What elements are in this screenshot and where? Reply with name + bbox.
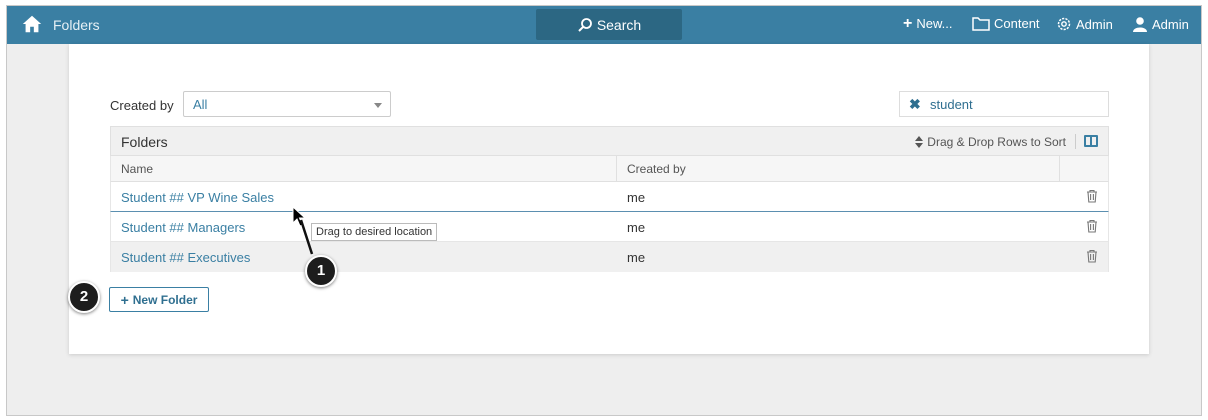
created-by-select[interactable]: All — [183, 91, 391, 117]
column-header-row: Name Created by — [110, 156, 1109, 182]
columns-icon[interactable] — [1084, 135, 1098, 147]
folder-outline-icon — [972, 17, 990, 31]
sort-icon — [915, 136, 924, 148]
created-by-cell: me — [627, 220, 646, 235]
created-by-cell: me — [627, 250, 646, 265]
app-frame: Folders Search + New... Content Admin Ad… — [6, 5, 1202, 416]
folder-name-link[interactable]: Student ## Executives — [121, 250, 250, 265]
user-icon — [1133, 17, 1147, 32]
trash-icon[interactable] — [1086, 249, 1098, 263]
table-header: Folders Drag & Drop Rows to Sort — [110, 126, 1109, 156]
table-row[interactable]: Student ## Executives me — [110, 242, 1109, 272]
search-filter-value: student — [930, 97, 973, 112]
clear-filter-icon[interactable]: ✖ — [909, 96, 921, 113]
table-title: Folders — [121, 134, 168, 150]
gear-icon — [1057, 17, 1071, 31]
admin-settings-menu[interactable]: Admin — [1056, 16, 1113, 32]
content-label: Content — [994, 16, 1040, 31]
column-header-created-by[interactable]: Created by — [627, 162, 686, 176]
new-folder-label: New Folder — [132, 292, 198, 307]
sort-hint-label: Drag & Drop Rows to Sort — [927, 135, 1066, 149]
folders-panel: Created by All ✖ student Folders Drag & … — [69, 44, 1149, 354]
page-title: Folders — [53, 17, 100, 33]
table-row[interactable]: Student ## VP Wine Sales me — [110, 182, 1109, 212]
created-by-value: All — [193, 97, 208, 112]
plus-icon: + — [120, 291, 129, 308]
content-menu[interactable]: Content — [972, 16, 1040, 31]
column-header-name[interactable]: Name — [121, 162, 153, 176]
folders-table: Folders Drag & Drop Rows to Sort Name Cr… — [110, 126, 1109, 272]
drag-tooltip: Drag to desired location — [311, 223, 438, 241]
home-icon[interactable] — [21, 13, 43, 35]
trash-icon[interactable] — [1086, 189, 1098, 203]
plus-icon: + — [903, 14, 913, 32]
column-divider — [1059, 156, 1060, 182]
table-row[interactable]: Student ## Managers me — [110, 212, 1109, 242]
header-divider — [1075, 134, 1076, 149]
search-filter[interactable]: ✖ student — [899, 91, 1109, 117]
chevron-down-icon — [374, 103, 382, 108]
trash-icon[interactable] — [1086, 219, 1098, 233]
folder-name-link[interactable]: Student ## VP Wine Sales — [121, 190, 274, 205]
new-label: New... — [916, 16, 953, 31]
folder-name-link[interactable]: Student ## Managers — [121, 220, 245, 235]
top-navbar: Folders Search + New... Content Admin Ad… — [7, 6, 1201, 44]
callout-badge-1: 1 — [305, 255, 337, 287]
admin-settings-label: Admin — [1076, 16, 1113, 32]
user-menu[interactable]: Admin — [1132, 16, 1189, 32]
created-by-label: Created by — [110, 98, 174, 113]
user-label: Admin — [1152, 16, 1189, 32]
callout-badge-2: 2 — [68, 281, 100, 313]
column-divider — [616, 156, 617, 182]
search-icon — [578, 17, 592, 32]
new-menu[interactable]: + New... — [903, 14, 953, 32]
sort-hint: Drag & Drop Rows to Sort — [915, 135, 1066, 149]
new-folder-button[interactable]: + New Folder — [109, 287, 209, 312]
search-label: Search — [596, 16, 642, 33]
search-button[interactable]: Search — [536, 9, 682, 40]
created-by-cell: me — [627, 190, 646, 205]
